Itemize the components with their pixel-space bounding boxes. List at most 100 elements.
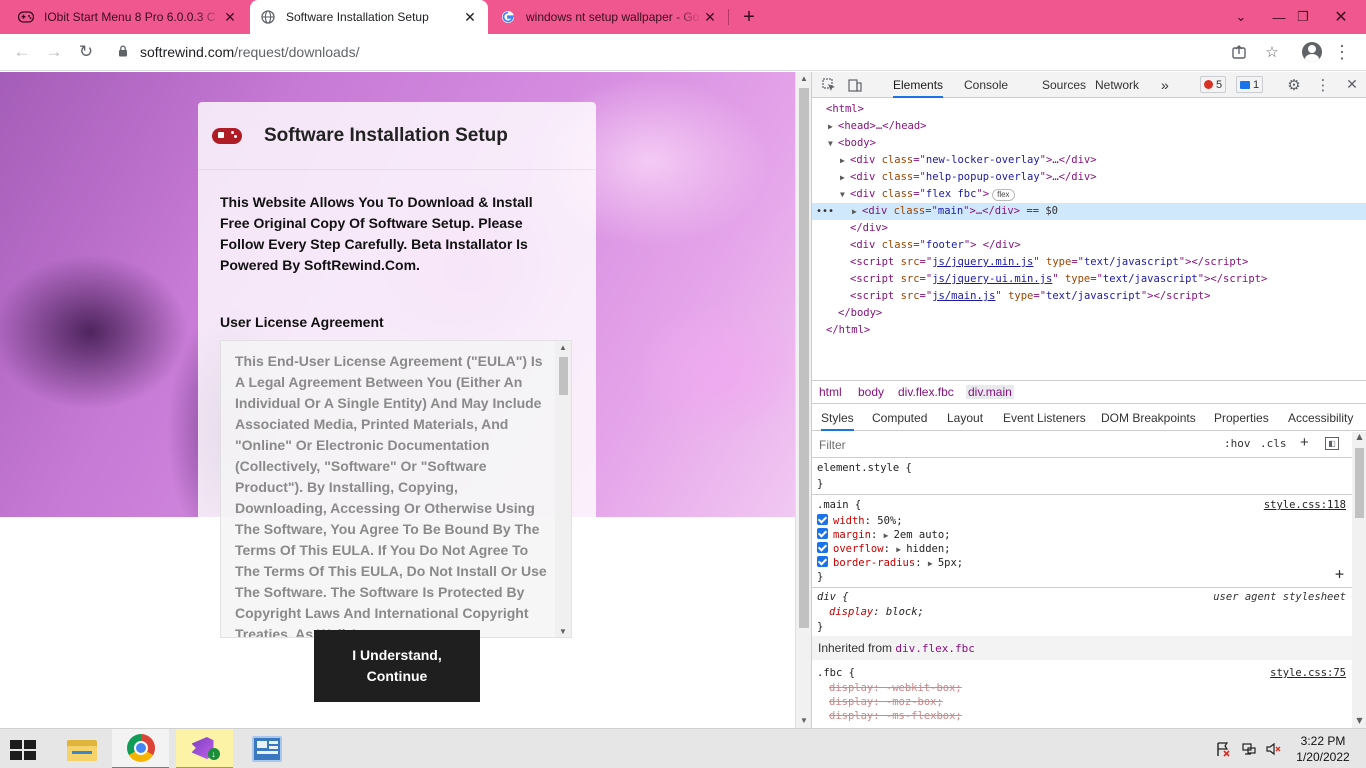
lock-icon[interactable] (118, 45, 132, 60)
page-scrollbar[interactable]: ▲ ▼ (795, 72, 811, 728)
close-window-icon[interactable]: ✕ (1318, 0, 1364, 34)
expand-triangle-icon[interactable]: ▶ (852, 203, 862, 220)
new-style-rule-icon[interactable]: + (1300, 434, 1309, 451)
flex-badge[interactable]: flex (992, 189, 1015, 201)
hov-toggle[interactable]: :hov (1224, 437, 1251, 450)
main-source-link[interactable]: style.css:118 (1264, 498, 1346, 512)
script-link[interactable]: js/jquery-ui.min.js (932, 273, 1052, 285)
dom-node[interactable]: </body> (812, 305, 1366, 322)
subtab-computed[interactable]: Computed (872, 405, 927, 431)
tab-sources[interactable]: Sources (1042, 72, 1086, 98)
breadcrumb-body[interactable]: body (858, 385, 884, 399)
css-property[interactable]: width: 50%; (817, 514, 903, 528)
subtab-layout[interactable]: Layout (947, 405, 983, 431)
back-arrow-icon[interactable]: ← (8, 38, 36, 66)
volume-muted-icon[interactable] (1264, 741, 1282, 757)
cls-toggle[interactable]: .cls (1260, 437, 1287, 450)
css-property[interactable]: border-radius: ▶ 5px; (817, 556, 963, 570)
close-devtools-icon[interactable]: ✕ (1343, 76, 1361, 94)
css-property-overridden[interactable]: display: -moz-box; (817, 695, 943, 709)
expand-triangle-icon[interactable]: ▶ (896, 543, 906, 557)
dom-node[interactable]: </html> (812, 322, 1366, 339)
tab-elements[interactable]: Elements (893, 72, 944, 98)
inspect-element-icon[interactable] (820, 76, 838, 94)
visual-studio-installer-icon[interactable]: ↓ (176, 729, 233, 768)
property-checkbox[interactable] (817, 542, 828, 553)
breadcrumb-html[interactable]: html (819, 385, 842, 399)
tab-software-setup[interactable]: Software Installation Setup ✕ (250, 0, 488, 34)
dom-node[interactable]: ▼ <body> (812, 135, 1366, 152)
main-selector[interactable]: .main { (817, 498, 861, 512)
file-explorer-icon[interactable] (53, 729, 110, 768)
eula-textbox[interactable]: This End-User License Agreement ("EULA")… (220, 340, 572, 638)
tab-iobit[interactable]: IObit Start Menu 8 Pro 6.0.0.3 C ✕ (8, 0, 248, 34)
flag-notification-icon[interactable] (1214, 741, 1232, 757)
dom-node[interactable]: <div class="footer"> </div> (812, 237, 1366, 254)
scroll-down-arrow-icon[interactable]: ▼ (796, 714, 812, 728)
scroll-up-arrow-icon[interactable]: ▲ (796, 72, 812, 86)
system-clock[interactable]: 3:22 PM 1/20/2022 (1290, 733, 1356, 765)
scroll-down-arrow-icon[interactable]: ▼ (555, 625, 571, 637)
inherited-selector-link[interactable]: div.flex.fbc (895, 642, 974, 655)
breadcrumb-div-flex[interactable]: div.flex.fbc (898, 385, 954, 399)
dom-node[interactable]: ▶ <head>…</head> (812, 118, 1366, 135)
property-checkbox[interactable] (817, 556, 828, 567)
breadcrumb-div-main[interactable]: div.main (966, 385, 1014, 399)
collapse-triangle-icon[interactable]: ▼ (828, 135, 838, 152)
css-property[interactable]: display: block; (817, 605, 924, 619)
subtab-event-listeners[interactable]: Event Listeners (1003, 405, 1086, 431)
more-tabs-icon[interactable]: » (1161, 72, 1169, 98)
expand-triangle-icon[interactable]: ▶ (928, 557, 938, 571)
eula-scroll-thumb[interactable] (559, 357, 568, 395)
more-menu-icon[interactable]: ⋮ (1330, 40, 1354, 64)
styles-scrollbar[interactable]: ▲ ▼ (1352, 432, 1366, 728)
scroll-down-arrow-icon[interactable]: ▼ (1352, 716, 1366, 728)
tab-network[interactable]: Network (1095, 72, 1139, 98)
subtab-properties[interactable]: Properties (1214, 405, 1269, 431)
eula-scrollbar[interactable]: ▲ ▼ (555, 341, 571, 637)
expand-triangle-icon[interactable]: ▶ (884, 529, 894, 543)
close-tab-icon[interactable]: ✕ (702, 9, 718, 26)
bookmark-star-icon[interactable]: ☆ (1260, 40, 1284, 64)
element-style-selector[interactable]: element.style { (817, 461, 912, 475)
subtab-styles[interactable]: Styles (821, 405, 854, 431)
dom-node[interactable]: <script src="js/main.js" type="text/java… (812, 288, 1366, 305)
profile-avatar-icon[interactable] (1300, 40, 1324, 64)
div-selector[interactable]: div { (817, 590, 849, 604)
css-property[interactable]: overflow: ▶ hidden; (817, 542, 951, 556)
styles-scroll-thumb[interactable] (1355, 448, 1364, 518)
tab-console[interactable]: Console (964, 72, 1008, 98)
script-link[interactable]: js/jquery.min.js (932, 256, 1033, 268)
property-checkbox[interactable] (817, 528, 828, 539)
subtab-dom-breakpoints[interactable]: DOM Breakpoints (1101, 405, 1196, 431)
add-property-icon[interactable]: + (1335, 565, 1344, 583)
dom-node-selected[interactable]: ••• ▶ <div class="main">…</div> == $0 (812, 203, 1366, 220)
collapse-triangle-icon[interactable]: ▼ (840, 186, 850, 203)
css-property-overridden[interactable]: display: -ms-flexbox; (817, 709, 962, 723)
scroll-up-arrow-icon[interactable]: ▲ (1352, 432, 1366, 444)
reload-icon[interactable]: ↻ (72, 38, 100, 66)
dom-node[interactable]: <script src="js/jquery-ui.min.js" type="… (812, 271, 1366, 288)
page-scroll-thumb[interactable] (799, 88, 809, 628)
dom-node[interactable]: <script src="js/jquery.min.js" type="tex… (812, 254, 1366, 271)
address-bar[interactable]: softrewind.com/request/downloads/ (110, 37, 1290, 67)
expand-triangle-icon[interactable]: ▶ (840, 169, 850, 186)
windows-start-icon[interactable] (10, 740, 38, 760)
expand-triangle-icon[interactable]: ▶ (828, 118, 838, 135)
node-menu-dots-icon[interactable]: ••• (816, 203, 834, 220)
dom-node[interactable]: ▶ <div class="help-popup-overlay">…</div> (812, 169, 1366, 186)
toggle-sidebar-icon[interactable]: ◧ (1325, 437, 1339, 450)
share-icon[interactable] (1227, 40, 1251, 64)
continue-button[interactable]: I Understand, Continue (314, 630, 480, 702)
fbc-source-link[interactable]: style.css:75 (1270, 666, 1346, 680)
close-tab-icon[interactable]: ✕ (222, 9, 238, 26)
property-checkbox[interactable] (817, 514, 828, 525)
subtab-accessibility[interactable]: Accessibility (1288, 405, 1353, 431)
device-toolbar-icon[interactable] (846, 76, 864, 94)
dom-node[interactable]: ▶ <div class="new-locker-overlay">…</div> (812, 152, 1366, 169)
forward-arrow-icon[interactable]: → (40, 38, 68, 66)
message-count-badge[interactable]: 1 (1236, 76, 1264, 93)
dom-node[interactable]: <html> (812, 101, 1366, 118)
control-panel-icon[interactable] (238, 729, 295, 768)
close-tab-icon[interactable]: ✕ (462, 9, 478, 26)
